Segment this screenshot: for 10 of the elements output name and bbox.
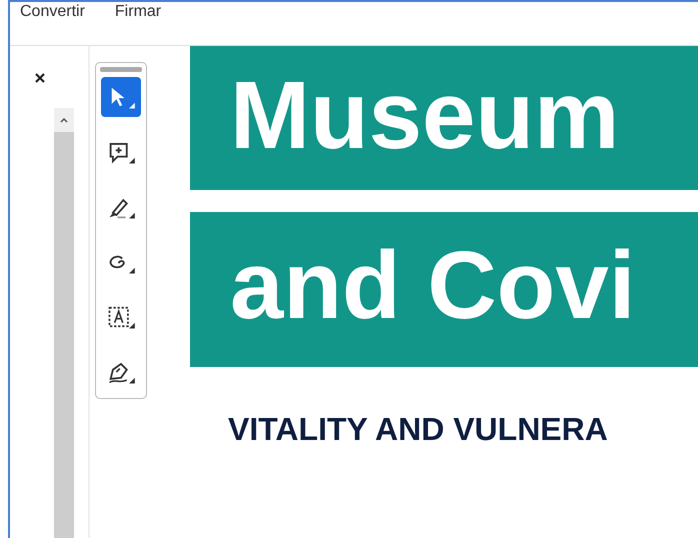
text-box-icon xyxy=(106,304,136,330)
drag-handle[interactable] xyxy=(100,67,142,72)
scroll-up-button[interactable] xyxy=(54,108,74,132)
chevron-up-icon xyxy=(59,116,69,124)
document-title: and Covi xyxy=(230,232,636,339)
document-title: Museum xyxy=(230,62,620,169)
document-subtitle: VITALITY AND VULNERA xyxy=(228,410,609,449)
menu-item[interactable]: Firmar xyxy=(114,4,162,20)
menu-item[interactable]: Convertir xyxy=(20,4,85,20)
close-icon[interactable] xyxy=(34,72,46,84)
